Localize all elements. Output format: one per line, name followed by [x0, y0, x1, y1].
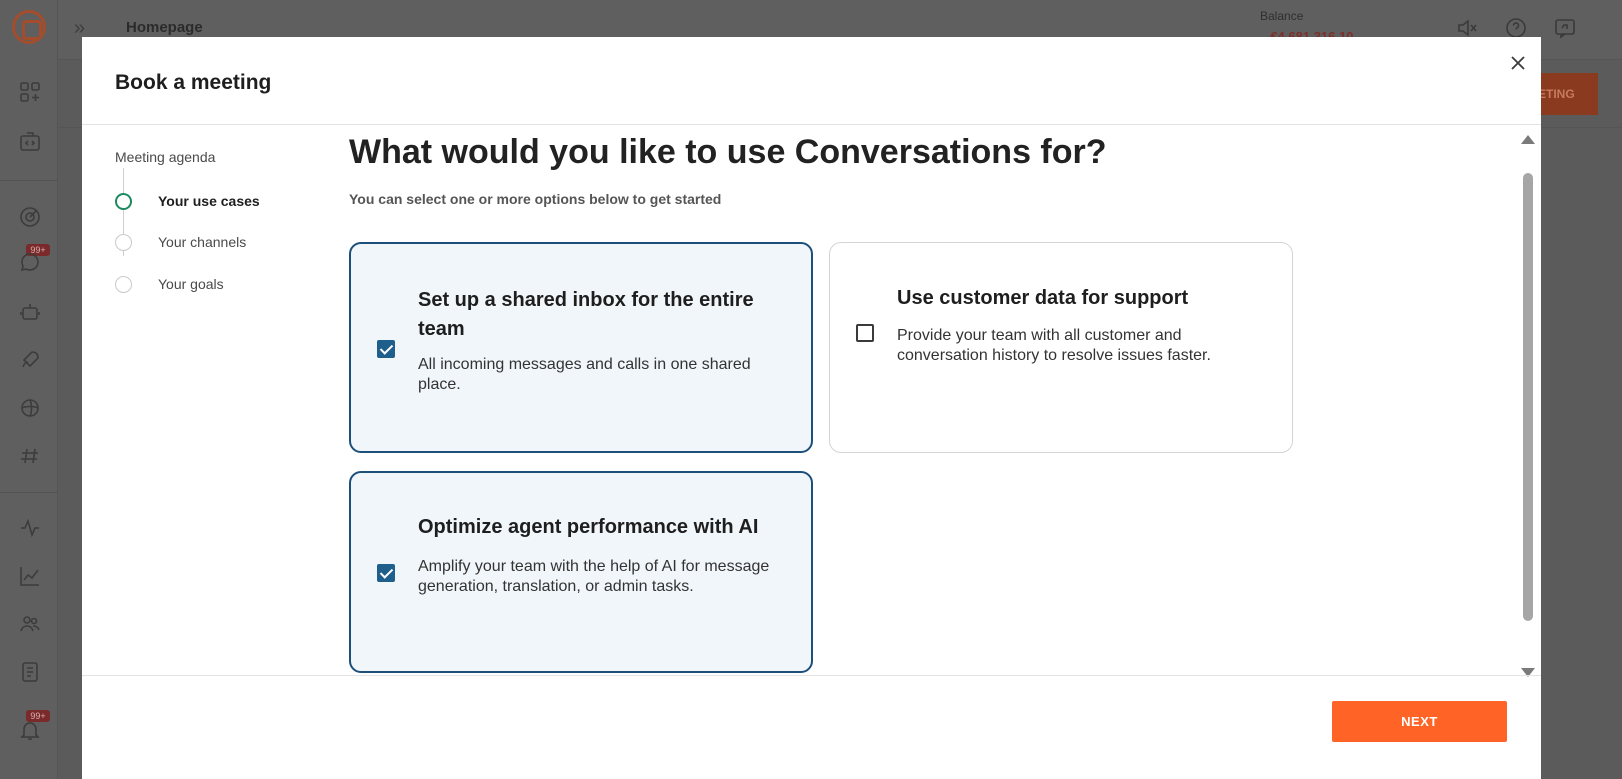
app-logo[interactable] [12, 10, 46, 44]
people-icon[interactable] [18, 612, 42, 636]
bell-icon[interactable] [18, 718, 42, 742]
hashtag-icon[interactable] [18, 444, 42, 468]
document-icon[interactable] [18, 660, 42, 684]
target-icon[interactable] [18, 205, 42, 229]
option-description: Provide your team with all customer and … [897, 327, 1211, 364]
option-shared-inbox[interactable]: Set up a shared inbox for the entire tea… [349, 242, 813, 453]
modal-header: Book a meeting [82, 37, 1541, 125]
modal-title: Book a meeting [115, 71, 272, 94]
close-icon [1511, 56, 1525, 70]
option-checkbox[interactable] [377, 564, 395, 582]
app-sidebar: 99+ 99+ [0, 0, 58, 779]
code-box-icon[interactable] [18, 130, 42, 154]
book-meeting-modal: Book a meeting Meeting agenda Your use c… [82, 37, 1541, 779]
close-button[interactable] [1506, 51, 1530, 75]
option-checkbox[interactable] [856, 324, 874, 342]
option-title: Optimize agent performance with AI [418, 516, 759, 538]
chat-icon[interactable] [18, 252, 42, 276]
question-subtitle: You can select one or more options below… [349, 191, 722, 207]
page-title: Homepage [126, 19, 203, 36]
modal-footer: NEXT [82, 675, 1541, 779]
use-case-content: What would you like to use Conversations… [82, 125, 1541, 675]
content-scrollbar[interactable] [1521, 131, 1535, 679]
option-title: Set up a shared inbox for the entire tea… [418, 289, 754, 340]
option-checkbox[interactable] [377, 340, 395, 358]
balance-label: Balance [1260, 9, 1304, 23]
next-button[interactable]: NEXT [1332, 701, 1507, 742]
scroll-up-arrow[interactable] [1521, 135, 1535, 144]
expand-sidebar-icon[interactable]: » [74, 18, 85, 38]
option-customer-data[interactable]: Use customer data for support Provide yo… [829, 242, 1293, 453]
ai-sparkle-icon[interactable] [18, 396, 42, 420]
option-description: Amplify your team with the help of AI fo… [418, 558, 770, 595]
activity-icon[interactable] [18, 516, 42, 540]
option-description: All incoming messages and calls in one s… [418, 356, 751, 393]
feedback-icon[interactable] [1553, 16, 1577, 40]
rocket-icon[interactable] [18, 348, 42, 372]
bot-icon[interactable] [18, 300, 42, 324]
apps-icon[interactable] [18, 80, 42, 104]
question-heading: What would you like to use Conversations… [349, 133, 1107, 171]
chart-icon[interactable] [18, 564, 42, 588]
scrollbar-thumb[interactable] [1523, 173, 1533, 621]
option-agent-ai[interactable]: Optimize agent performance with AI Ampli… [349, 471, 813, 673]
option-title: Use customer data for support [897, 287, 1189, 309]
